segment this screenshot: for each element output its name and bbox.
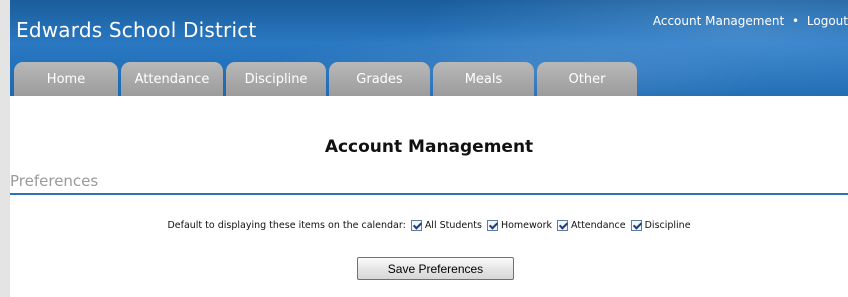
homework-label: Homework bbox=[500, 220, 553, 231]
account-management-link[interactable]: Account Management bbox=[653, 14, 784, 28]
homework-checkbox[interactable] bbox=[486, 220, 498, 231]
left-border bbox=[0, 0, 10, 297]
site-title: Edwards School District bbox=[16, 18, 257, 42]
discipline-checkbox[interactable] bbox=[630, 220, 642, 231]
all-students-checkbox[interactable] bbox=[410, 220, 422, 231]
tab-attendance[interactable]: Attendance bbox=[121, 62, 223, 96]
tab-grades[interactable]: Grades bbox=[329, 62, 430, 96]
section-label-preferences: Preferences bbox=[10, 172, 99, 190]
page-title: Account Management bbox=[324, 137, 534, 157]
section-divider bbox=[10, 193, 848, 195]
logout-link[interactable]: Logout bbox=[807, 14, 848, 28]
attendance-label: Attendance bbox=[571, 220, 626, 231]
nav-tabs: Home Attendance Discipline Grades Meals … bbox=[14, 62, 640, 96]
discipline-label: Discipline bbox=[644, 220, 691, 231]
tab-home[interactable]: Home bbox=[14, 62, 118, 96]
calendar-preferences-row: Default to displaying these items on the… bbox=[10, 220, 848, 231]
all-students-label: All Students bbox=[424, 220, 482, 231]
tab-discipline[interactable]: Discipline bbox=[226, 62, 326, 96]
save-preferences-button[interactable]: Save Preferences bbox=[357, 257, 514, 280]
top-links: Account Management • Logout bbox=[653, 14, 848, 28]
attendance-checkbox[interactable] bbox=[557, 220, 569, 231]
tab-meals[interactable]: Meals bbox=[433, 62, 534, 96]
tab-other[interactable]: Other bbox=[537, 62, 637, 96]
site-header: Edwards School District Account Manageme… bbox=[10, 0, 848, 96]
calendar-prompt-label: Default to displaying these items on the… bbox=[167, 220, 406, 231]
link-separator: • bbox=[792, 14, 800, 28]
